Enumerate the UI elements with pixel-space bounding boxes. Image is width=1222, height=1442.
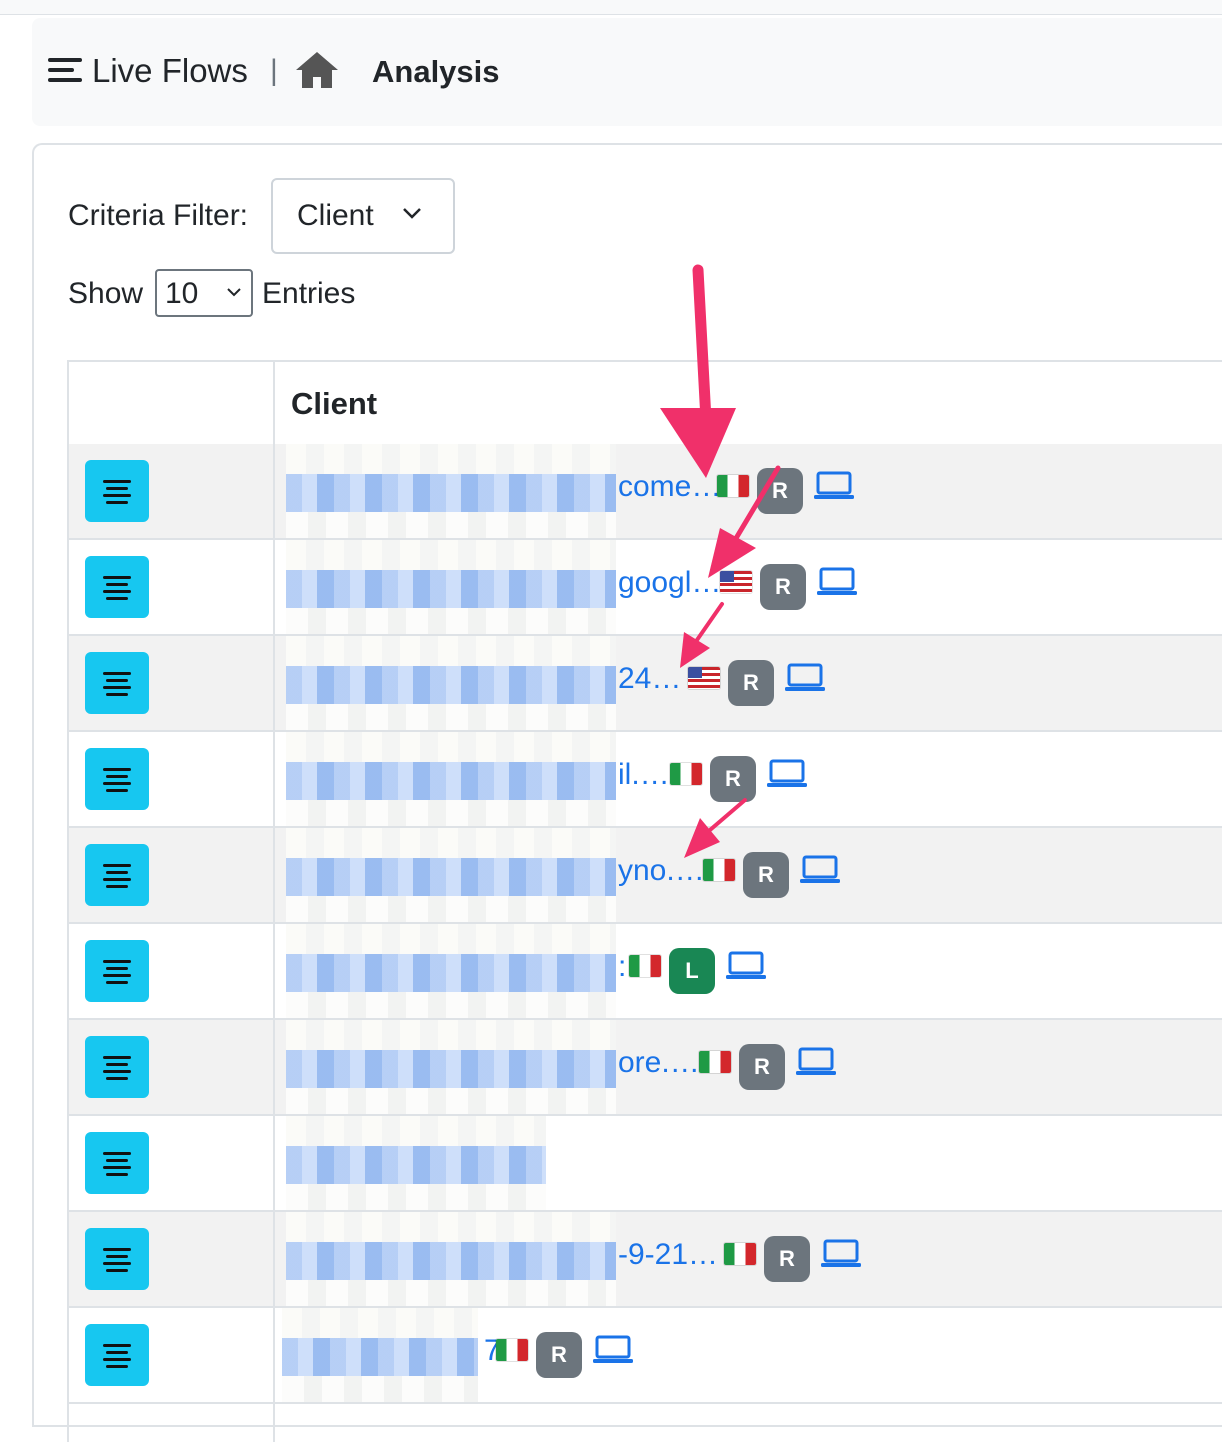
flag-us-icon [688,667,720,689]
table-row [69,1116,1222,1212]
analysis-card: Criteria Filter: Client Show 10 Entries … [32,143,1222,1442]
laptop-icon[interactable] [725,950,767,982]
row-menu-button[interactable] [85,844,149,906]
chevron-down-icon [403,208,421,219]
entries-label: Entries [262,277,356,310]
badge-remote[interactable]: R [760,564,806,610]
table-row: :L [69,924,1222,1020]
redacted-client-name [286,1212,616,1306]
laptop-icon[interactable] [820,1238,862,1270]
table-row: googl… R [69,540,1222,636]
client-link[interactable]: il.… [618,758,670,792]
home-icon[interactable] [294,50,340,90]
flag-it-icon [717,475,749,497]
badge-local[interactable]: L [669,948,715,994]
table-row: -9-21… R [69,1212,1222,1308]
laptop-icon[interactable] [795,1046,837,1078]
laptop-icon[interactable] [766,758,808,790]
laptop-icon[interactable] [813,470,855,502]
redacted-client-name [286,828,616,922]
flag-it-icon [670,763,702,785]
redacted-client-name [286,1020,616,1114]
table-row: 7R [69,1308,1222,1404]
row-menu-button[interactable] [85,1228,149,1290]
client-link[interactable]: come… [618,470,721,504]
flag-it-icon [629,955,661,977]
table-row: 24… R [69,636,1222,732]
breadcrumb-separator: | [270,54,278,87]
client-link[interactable]: : [618,950,626,984]
client-table: Client come… Rgoogl… R 24… Ril.… Ryno.… R: Lore… [67,360,1222,1442]
client-link[interactable]: googl… [618,566,721,600]
badge-remote[interactable]: R [764,1236,810,1282]
table-row: ore.… R [69,1020,1222,1116]
row-menu-button[interactable] [85,460,149,522]
column-header-client[interactable]: Client [291,386,377,422]
breadcrumb-live-flows[interactable]: Live Flows [92,52,248,90]
row-menu-button[interactable] [85,1324,149,1386]
row-menu-button[interactable] [85,748,149,810]
client-link[interactable]: ore.… [618,1046,700,1080]
row-menu-button[interactable] [85,940,149,1002]
client-link[interactable]: yno.… [618,854,705,888]
hamburger-icon[interactable] [48,56,82,84]
table-row: come… R [69,444,1222,540]
badge-remote[interactable]: R [710,756,756,802]
table-row: il.… R [69,732,1222,828]
show-label: Show [68,277,144,310]
redacted-client-name [286,924,616,1018]
page-header: Live Flows | Analysis [32,18,1222,126]
table-header: Client [69,362,1222,446]
laptop-icon[interactable] [816,566,858,598]
flag-it-icon [699,1051,731,1073]
laptop-icon[interactable] [784,662,826,694]
badge-remote[interactable]: R [739,1044,785,1090]
client-link[interactable]: 24… [618,662,681,696]
redacted-client-name [286,444,616,538]
badge-remote[interactable]: R [757,468,803,514]
chevron-down-icon [227,288,241,297]
breadcrumb-analysis: Analysis [372,54,500,89]
table-row: yno.… R [69,828,1222,924]
redacted-client-name [286,540,616,634]
row-menu-button[interactable] [85,1036,149,1098]
flag-it-icon [496,1339,528,1361]
redacted-client-name [286,636,616,730]
entries-per-page-select[interactable]: 10 [155,269,253,317]
flag-us-icon [720,571,752,593]
row-menu-button[interactable] [85,556,149,618]
criteria-filter-value: Client [297,199,374,232]
column-divider [273,362,275,1442]
flag-it-icon [724,1243,756,1265]
badge-remote[interactable]: R [728,660,774,706]
client-link[interactable]: -9-21… [618,1238,718,1272]
badge-remote[interactable]: R [743,852,789,898]
row-menu-button[interactable] [85,652,149,714]
criteria-filter-select[interactable]: Client [271,178,455,254]
redacted-client-name [286,1116,546,1210]
laptop-icon[interactable] [592,1334,634,1366]
criteria-filter-label: Criteria Filter: [68,199,249,232]
badge-remote[interactable]: R [536,1332,582,1378]
laptop-icon[interactable] [799,854,841,886]
row-menu-button[interactable] [85,1132,149,1194]
redacted-client-name [282,1308,478,1402]
entries-per-page-value: 10 [165,277,199,310]
flag-it-icon [703,859,735,881]
redacted-client-name [286,732,616,826]
top-strip [0,0,1222,15]
